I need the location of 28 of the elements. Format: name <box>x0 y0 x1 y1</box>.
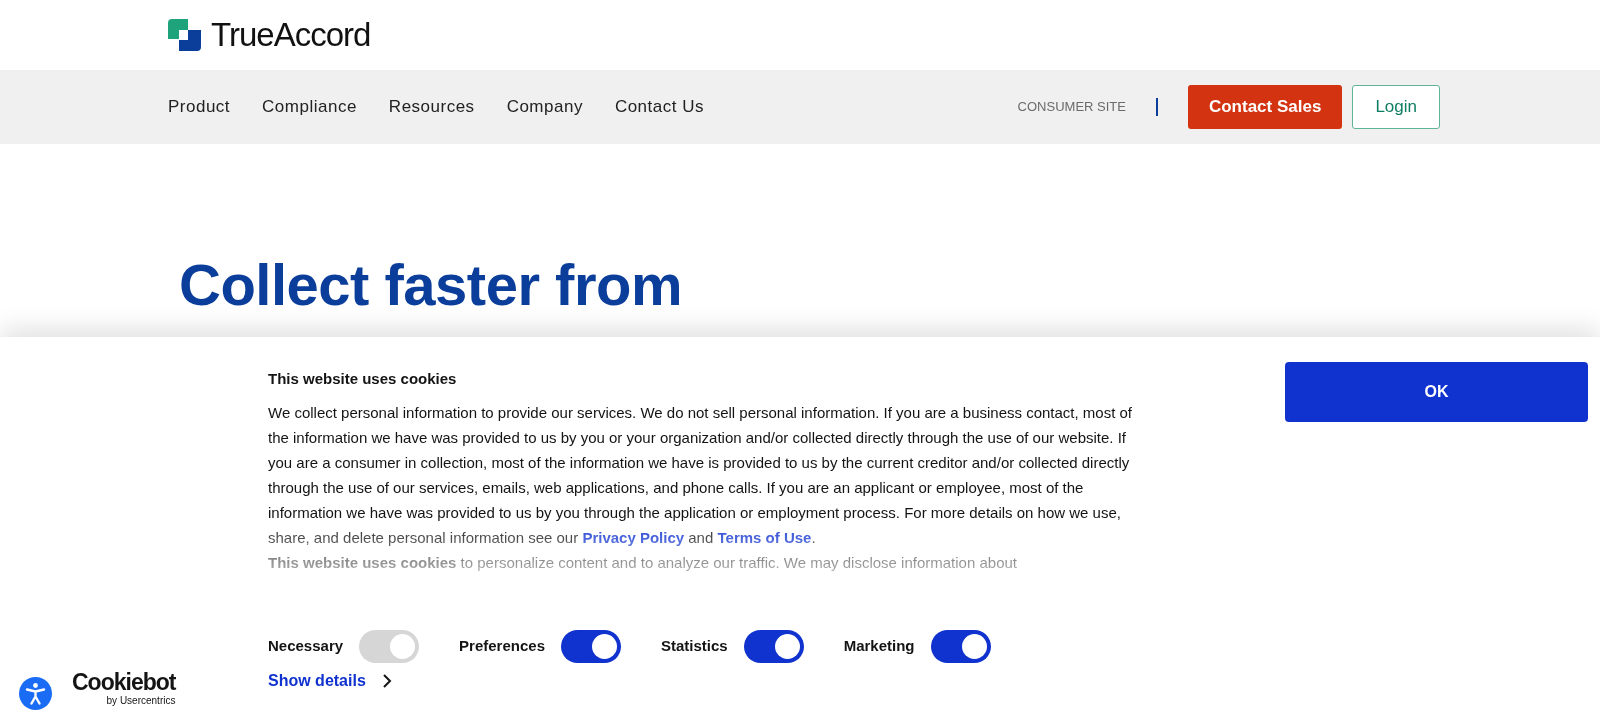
nav-link[interactable]: Contact Us <box>614 94 704 120</box>
toggle-switch[interactable] <box>743 629 804 663</box>
logo-text: TrueAccord <box>211 15 371 56</box>
ok-button[interactable]: OK <box>1285 362 1588 422</box>
contact-sales-button[interactable]: Contact Sales <box>1187 85 1343 129</box>
toggle-switch[interactable] <box>561 629 621 663</box>
accessibility-icon[interactable] <box>19 677 52 710</box>
nav-link[interactable]: Compliance <box>262 94 357 120</box>
nav-link[interactable]: Company <box>506 94 583 120</box>
toggle-switch[interactable] <box>930 629 991 663</box>
cookie-description: This website uses cookies to personalize content and to analyze our traffic. We may disclose information about <box>268 552 1018 573</box>
toggle-label: Statistics <box>661 635 728 656</box>
cookiebot-logo: Cookiebot by Usercentrics <box>72 671 176 706</box>
show-details-link[interactable]: Show details <box>268 668 392 693</box>
toggle-label: Preferences <box>459 635 545 656</box>
toggle-label: Necessary <box>268 635 344 656</box>
nav-link[interactable]: Product <box>168 94 231 120</box>
logo-icon <box>168 19 201 51</box>
policy-link[interactable]: Terms of Use <box>717 528 812 546</box>
nav-link[interactable]: Resources <box>388 94 475 120</box>
chevron-right-icon <box>381 673 392 688</box>
toggle-label: Marketing <box>843 635 915 656</box>
consumer-site-link[interactable]: CONSUMER SITE <box>1017 97 1126 117</box>
login-button[interactable]: Login <box>1352 85 1440 129</box>
cookie-title: This website uses cookies <box>268 369 458 389</box>
policy-link[interactable]: Privacy Policy <box>582 528 685 546</box>
cookie-description: We collect personal information to provide our services. We do not sell personal information. If you are a business contact, most of the information we have was provided to us by you or your organization and/or collected directly through the use of our website. If you are a consumer in collection, most of the information we have is provided to us by the current creditor and/or collected directly through the use of our services, emails, web applications, and phone calls. If you are an applicant or employee, most of the information we have was provided to us by you through the application or employment process. For more details on how we use, share, and delete personal information see our Privacy Policy and Terms of Use. <box>268 402 1134 548</box>
hero-heading: Collect faster from <box>179 256 683 314</box>
